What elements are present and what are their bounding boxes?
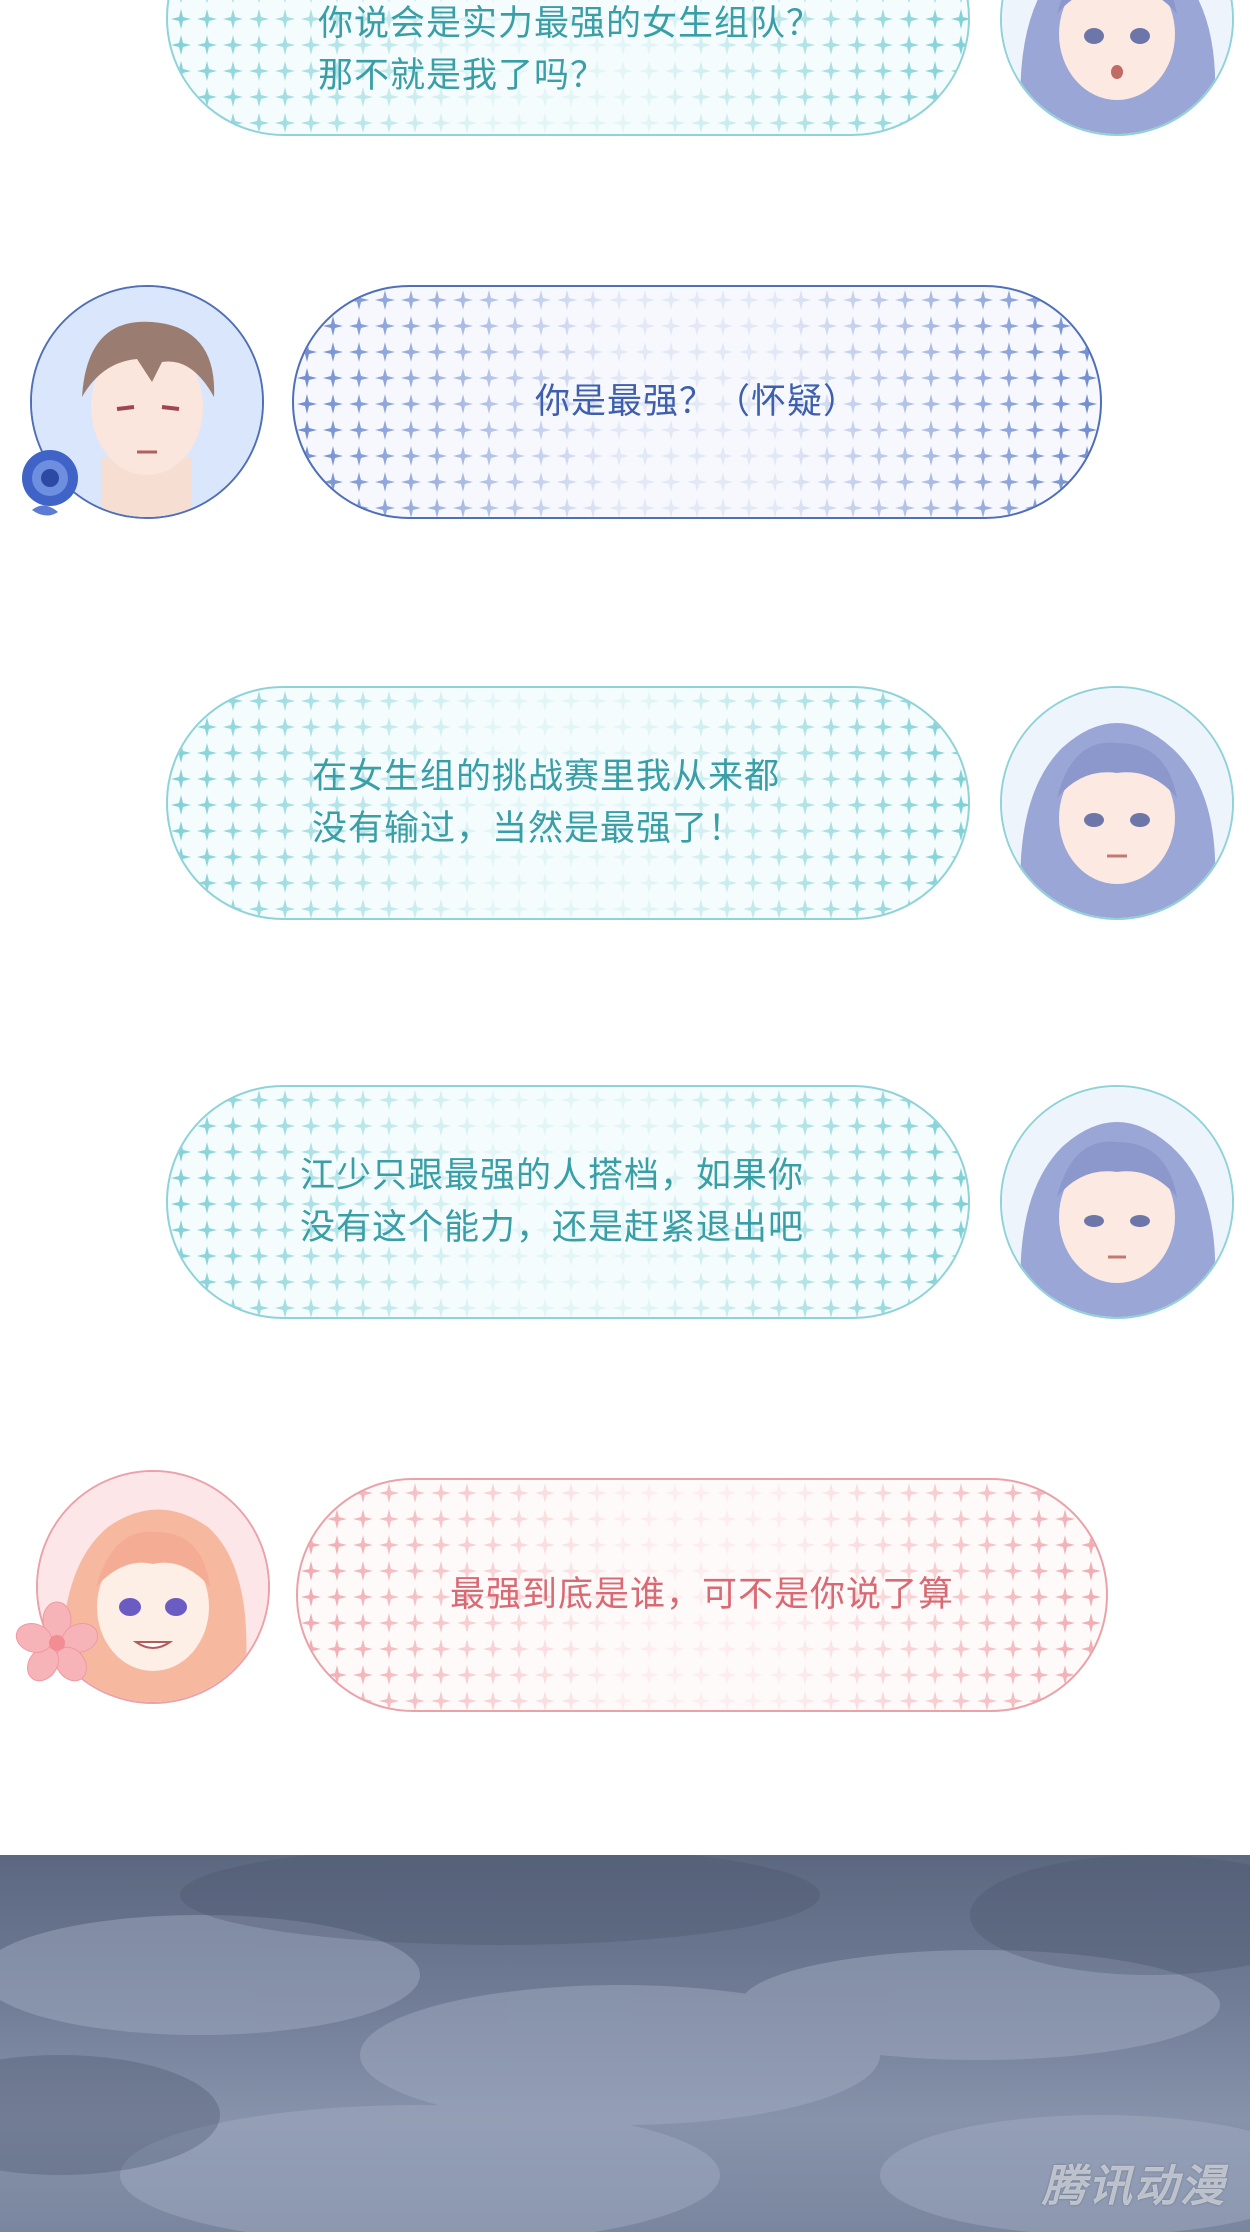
dialogue-text-1: 你说会是实力最强的女生组队？ 那不就是我了吗？	[318, 4, 823, 96]
dialogue-text-4: 江少只跟最强的人搭档，如果你 没有这个能力，还是赶紧退出吧	[300, 1156, 805, 1248]
speech-bubble-5: 最强到底是谁，可不是你说了算	[296, 1478, 1108, 1712]
pink-flower-icon	[14, 1600, 100, 1686]
avatar-blue-hair-girl	[1000, 686, 1234, 920]
avatar-blue-hair-girl	[1000, 1085, 1234, 1319]
speech-bubble-1: 你说会是实力最强的女生组队？ 那不就是我了吗？	[166, 0, 970, 136]
dialogue-text-3: 在女生组的挑战赛里我从来都 没有输过，当然是最强了！	[312, 757, 781, 849]
speech-bubble-3: 在女生组的挑战赛里我从来都 没有输过，当然是最强了！	[166, 686, 970, 920]
speech-bubble-2: 你是最强？（怀疑）	[292, 285, 1102, 519]
watermark-logo: 腾讯动漫	[1042, 2161, 1226, 2212]
cloudy-sky-panel: 腾讯动漫	[0, 1855, 1250, 2232]
speech-bubble-4: 江少只跟最强的人搭档，如果你 没有这个能力，还是赶紧退出吧	[166, 1085, 970, 1319]
avatar-blue-hair-girl	[1000, 0, 1234, 136]
dialogue-text-5: 最强到底是谁，可不是你说了算	[449, 1575, 954, 1615]
dialogue-text-2: 你是最强？（怀疑）	[534, 382, 859, 422]
blue-rose-icon	[14, 440, 86, 520]
